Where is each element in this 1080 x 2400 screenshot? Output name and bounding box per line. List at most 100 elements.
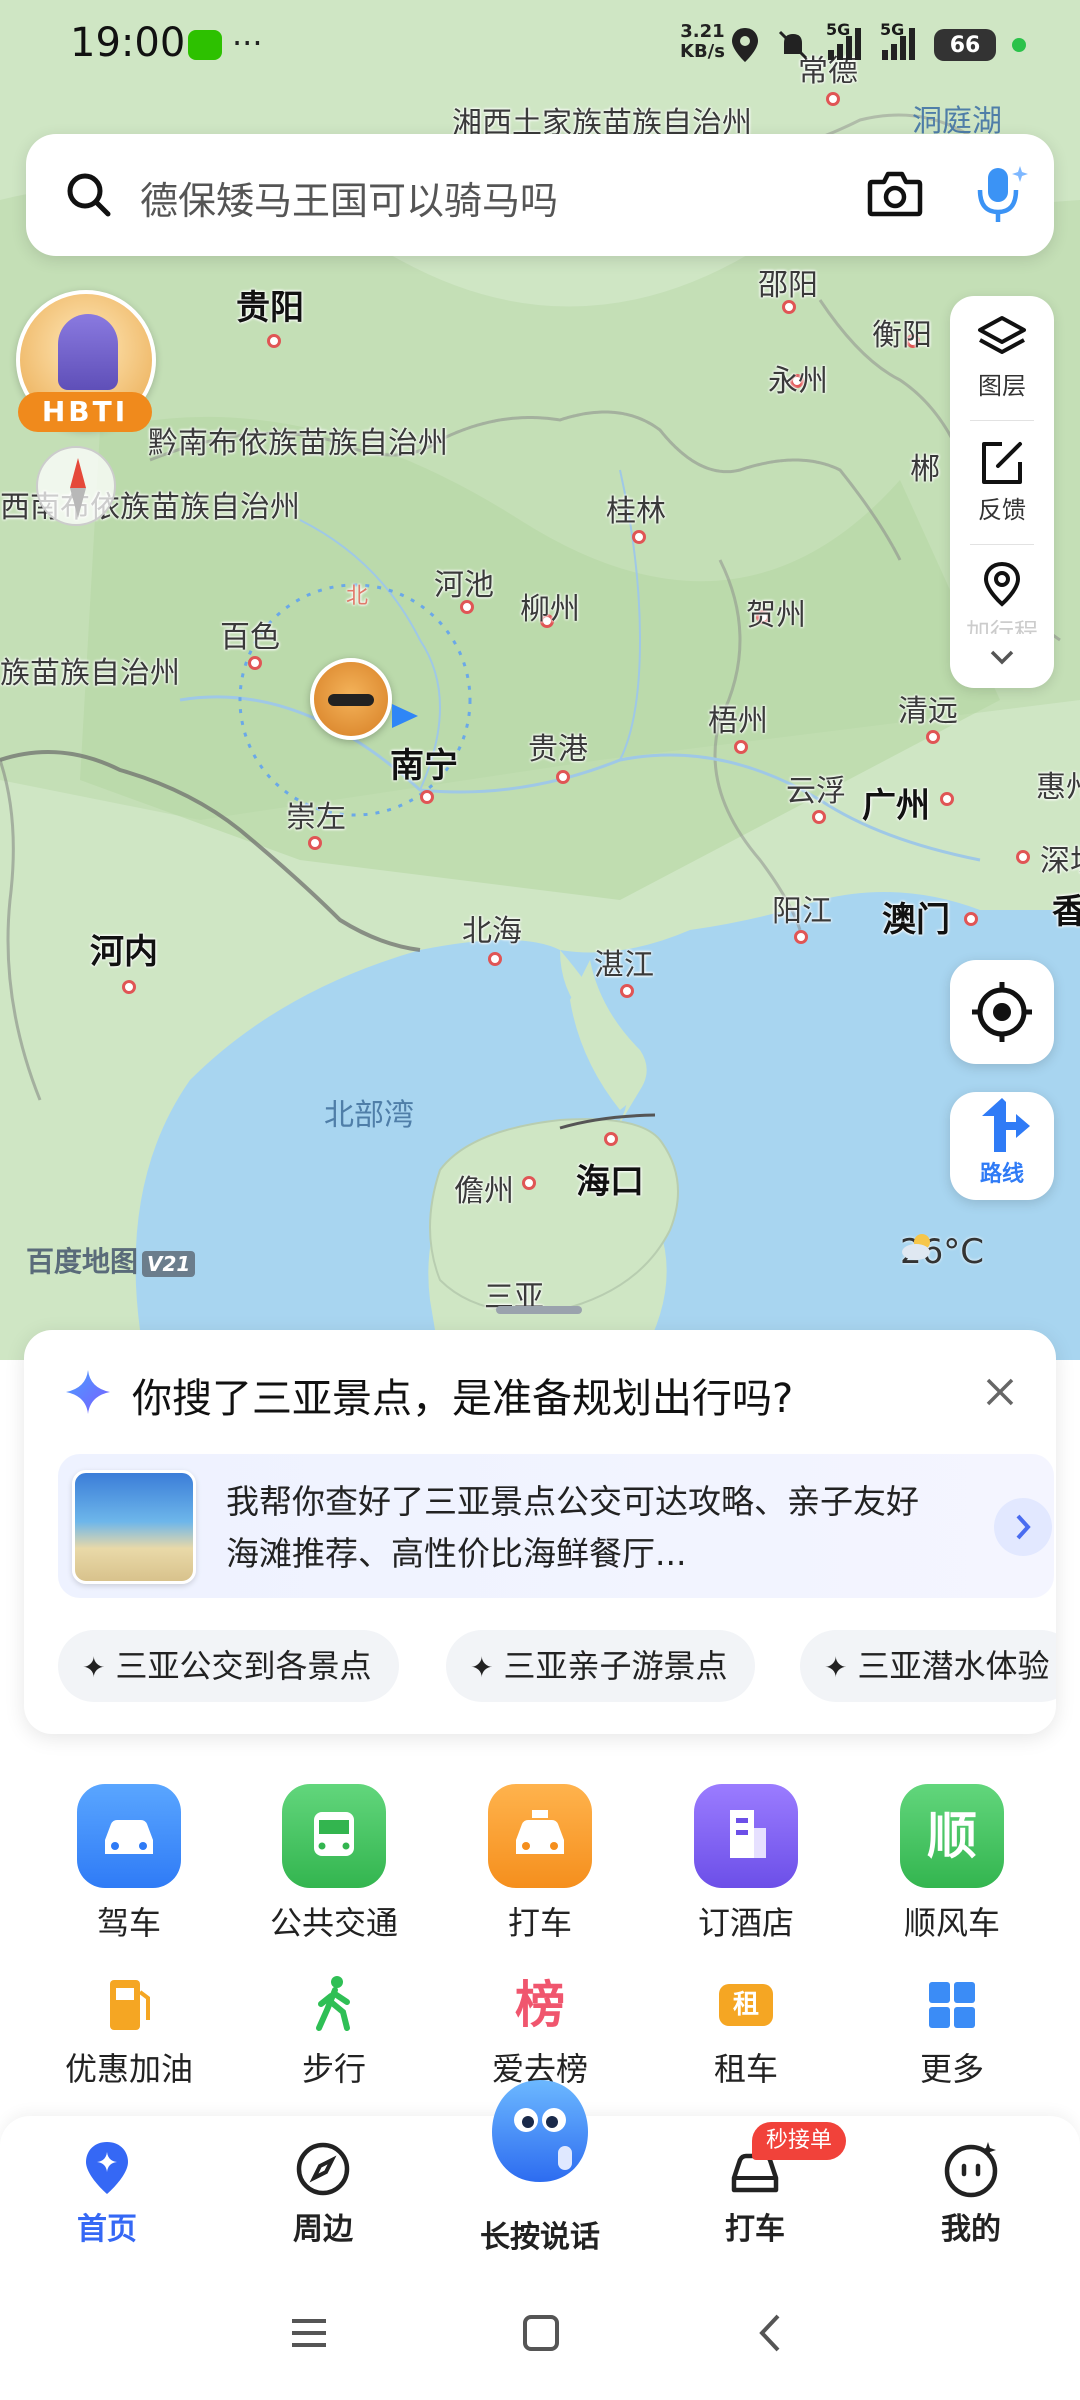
ai-summary-text: 我帮你查好了三亚景点公交可达攻略、亲子友好海滩推荐、高性价比海鲜餐厅...: [226, 1482, 919, 1573]
battery-icon: 66: [934, 29, 996, 61]
hbti-label[interactable]: HBTI: [18, 392, 152, 432]
signal-sim1-icon: 5G: [826, 20, 864, 64]
menu-icon[interactable]: [284, 2308, 334, 2358]
suggestion-chip[interactable]: ✦ 三亚潜水体验: [800, 1630, 1056, 1702]
route-button[interactable]: 路线: [950, 1092, 1054, 1200]
privacy-indicator-dot: [1012, 38, 1026, 52]
drive-shortcut[interactable]: 驾车: [49, 1784, 209, 1944]
fuel-pump-icon: [96, 1972, 162, 2038]
map-label-liuzhou: 柳州: [520, 592, 580, 627]
compass-icon[interactable]: [36, 446, 116, 526]
map-label-macau: 澳门: [882, 900, 950, 940]
sheet-drag-handle[interactable]: [496, 1306, 582, 1314]
city-dot: [964, 912, 978, 926]
grid-apps-icon: [919, 1972, 985, 2038]
suggestion-chips: ✦ 三亚公交到各景点 ✦ 三亚亲子游景点 ✦ 三亚潜水体验: [58, 1630, 1056, 1706]
user-location-avatar[interactable]: [310, 658, 392, 740]
heading-arrow-icon: [392, 704, 418, 728]
more-shortcut[interactable]: 更多: [872, 1972, 1032, 2090]
map-label-huizhou: 惠州: [1036, 770, 1080, 805]
city-dot: [812, 810, 826, 824]
city-dot: [522, 1176, 536, 1190]
search-bar[interactable]: 德保矮马王国可以骑马吗: [26, 134, 1054, 256]
back-icon[interactable]: [746, 2308, 796, 2358]
nav-voice[interactable]: 长按说话: [465, 2208, 615, 2256]
voice-mascot-icon[interactable]: [484, 2074, 596, 2194]
suggestion-chip[interactable]: ✦ 三亚亲子游景点: [446, 1630, 756, 1702]
map-label-qingyuan: 清远: [898, 694, 958, 729]
divider: [970, 420, 1034, 421]
layers-label: 图层: [978, 372, 1026, 400]
layers-button[interactable]: 图层: [950, 314, 1054, 401]
map-label-chenzhou: 郴: [910, 452, 940, 487]
sparkle-icon: ✦: [82, 1651, 106, 1684]
city-dot: [794, 930, 808, 944]
public-transit-label: 公共交通: [269, 1904, 398, 1942]
car-icon: [77, 1784, 181, 1888]
compass-nearby-icon: [296, 2142, 350, 2196]
city-dot: [604, 1132, 618, 1146]
bus-icon: [282, 1784, 386, 1888]
walking-person-icon: [301, 1972, 367, 2038]
city-dot: [248, 656, 262, 670]
walk-shortcut[interactable]: 步行: [254, 1972, 414, 2090]
public-transit-shortcut[interactable]: 公共交通: [254, 1784, 414, 1944]
city-dot: [940, 792, 954, 806]
map-label-shenzhen: 深圳: [1040, 844, 1080, 879]
voice-assistant-icon[interactable]: [970, 162, 1032, 226]
carpool-shortcut[interactable]: 顺 顺风车: [872, 1784, 1032, 1944]
ai-sparkle-icon: [66, 1370, 110, 1414]
nav-nearby[interactable]: 周边: [248, 2138, 398, 2248]
map-label-hengyang: 衡阳: [872, 318, 932, 353]
ai-summary-box[interactable]: 我帮你查好了三亚景点公交可达攻略、亲子友好海滩推荐、高性价比海鲜餐厅...: [58, 1454, 1054, 1598]
map-label-hongkong: 香: [1052, 892, 1080, 932]
suggestion-chip[interactable]: ✦ 三亚公交到各景点: [58, 1630, 400, 1702]
home-pin-icon: [86, 2142, 128, 2194]
city-dot: [734, 740, 748, 754]
divider: [970, 544, 1034, 545]
hotel-building-icon: [694, 1784, 798, 1888]
ranking-shortcut[interactable]: 榜 爱去榜: [460, 1972, 620, 2090]
mute-bell-icon: [778, 30, 808, 60]
weather-widget[interactable]: 26°C: [900, 1232, 984, 1272]
route-label: 路线: [979, 1162, 1024, 1187]
network-speed: 3.21 KB/s: [680, 21, 725, 62]
city-dot: [420, 790, 434, 804]
search-input[interactable]: 德保矮马王国可以骑马吗: [140, 170, 558, 225]
status-time: 19:00: [70, 20, 186, 66]
city-dot: [122, 980, 136, 994]
wechat-notification-icon: [188, 30, 222, 60]
map-label-guangzhou: 广州: [862, 786, 930, 826]
carpool-label: 顺风车: [903, 1904, 1000, 1942]
chevron-right-icon[interactable]: [994, 1498, 1052, 1556]
home-square-icon[interactable]: [516, 2308, 566, 2358]
partly-cloudy-icon: [902, 1234, 930, 1260]
route-arrow-icon: [982, 1098, 1030, 1152]
status-bar: 19:00 ··· 3.21 KB/s 5G 5G 66: [0, 0, 1080, 90]
map-label-yangjiang: 阳江: [772, 894, 832, 929]
hotel-shortcut[interactable]: 订酒店: [666, 1784, 826, 1944]
map-label-beihai: 北海: [462, 914, 522, 949]
chevron-down-icon[interactable]: [988, 648, 1016, 668]
map-label-wuzhou: 梧州: [708, 704, 768, 739]
map-tools-panel: 图层 反馈 加行程: [950, 296, 1054, 688]
nav-nearby-label: 周边: [293, 2212, 353, 2247]
taxi-shortcut[interactable]: 打车: [460, 1784, 620, 1944]
camera-icon[interactable]: [866, 168, 924, 220]
hotel-label: 订酒店: [697, 1904, 794, 1942]
feedback-edit-icon: [982, 442, 1022, 484]
more-notifications-icon: ···: [232, 24, 263, 62]
close-icon[interactable]: [980, 1372, 1020, 1412]
car-rental-label: 租车: [713, 2050, 778, 2088]
nav-me[interactable]: 我的: [896, 2138, 1046, 2248]
feedback-button[interactable]: 反馈: [950, 438, 1054, 525]
add-trip-button[interactable]: 加行程: [950, 560, 1054, 634]
locate-me-button[interactable]: [950, 960, 1054, 1064]
card-title: 你搜了三亚景点，是准备规划出行吗?: [132, 1376, 794, 1422]
nav-home[interactable]: 首页: [32, 2138, 182, 2248]
car-rental-shortcut[interactable]: 租 租车: [666, 1972, 826, 2090]
map-label-wenshan: 族苗族自治州: [0, 656, 180, 691]
map-label-danzhou: 儋州: [454, 1174, 514, 1209]
trip-suggestion-card: 你搜了三亚景点，是准备规划出行吗? 我帮你查好了三亚景点公交可达攻略、亲子友好海…: [24, 1330, 1056, 1734]
fuel-discount-shortcut[interactable]: 优惠加油: [49, 1972, 209, 2090]
